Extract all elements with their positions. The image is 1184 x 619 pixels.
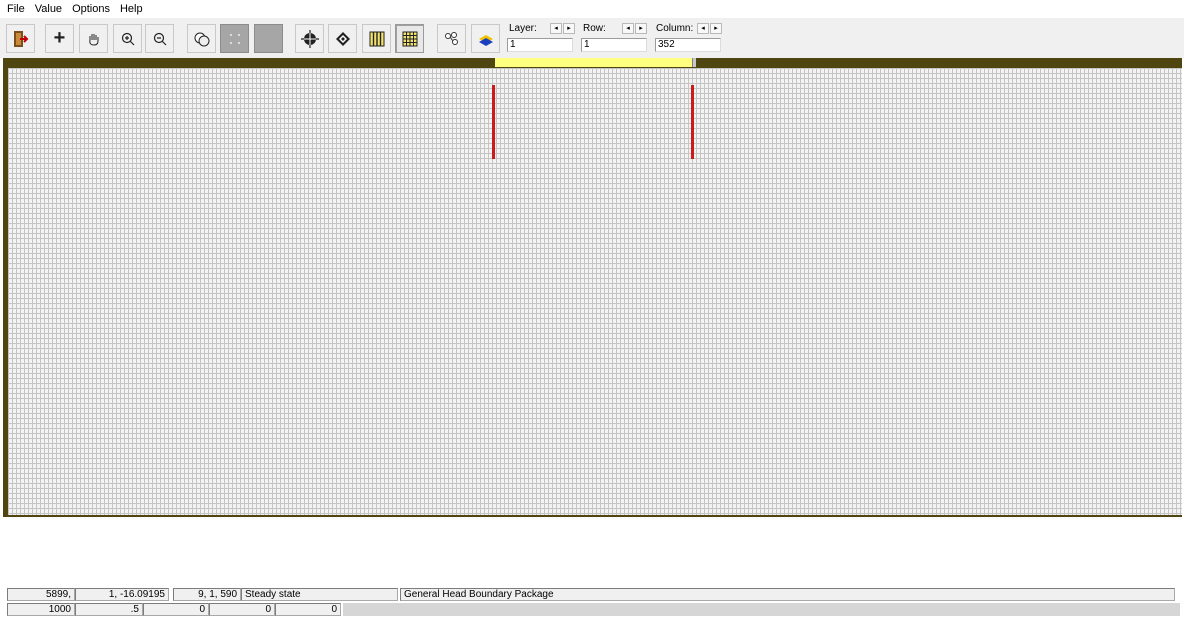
status-row2-col5: 0 <box>275 603 341 616</box>
menu-help[interactable]: Help <box>115 0 148 18</box>
select-cells-button[interactable] <box>187 24 216 53</box>
status-location: 9, 1, 590 <box>173 588 241 601</box>
status-row2-col3: 0 <box>143 603 209 616</box>
model-grid[interactable] <box>8 68 1182 515</box>
rows-button[interactable] <box>395 24 424 53</box>
crosshair-globe-icon <box>300 29 319 48</box>
columns-button[interactable] <box>362 24 391 53</box>
exit-button[interactable] <box>6 24 35 53</box>
layer-label: Layer: <box>509 23 537 34</box>
nodes-icon <box>444 31 458 45</box>
status-mode: Steady state <box>241 588 398 601</box>
boundary-marker-right <box>691 85 694 159</box>
crosshair-button[interactable] <box>295 24 324 53</box>
column-label: Column: <box>656 23 694 34</box>
layer-input[interactable]: 1 <box>507 38 573 52</box>
column-spinner[interactable]: ◂ ▸ <box>697 23 724 34</box>
status-value: 1, -16.09195 <box>75 588 169 601</box>
diamond-button[interactable] <box>328 24 357 53</box>
dotted-grid-icon <box>229 33 240 44</box>
pan-button[interactable] <box>79 24 108 53</box>
zoom-out-icon <box>153 32 166 45</box>
status-row2-col1: 1000 <box>7 603 75 616</box>
status-row2-col2: .5 <box>75 603 143 616</box>
blank-button[interactable] <box>254 24 283 53</box>
hand-pan-icon <box>88 33 98 46</box>
column-prev-button[interactable]: ◂ <box>697 23 709 34</box>
model-grid-frame <box>3 58 1182 517</box>
dots-button[interactable] <box>220 24 249 53</box>
layer-prev-button[interactable]: ◂ <box>550 23 562 34</box>
menu-options[interactable]: Options <box>67 0 115 18</box>
row-next-button[interactable]: ▸ <box>635 23 647 34</box>
layer-3d-button[interactable] <box>471 24 500 53</box>
row-prev-button[interactable]: ◂ <box>622 23 634 34</box>
status-row2-col4: 0 <box>209 603 275 616</box>
column-input[interactable]: 352 <box>655 38 721 52</box>
nodes-button[interactable] <box>437 24 466 53</box>
zoom-out-button[interactable] <box>145 24 174 53</box>
status-package: General Head Boundary Package <box>400 588 1175 601</box>
column-selection-handle[interactable] <box>692 58 696 67</box>
3d-layer-icon <box>478 34 493 46</box>
boundary-marker-left <box>492 85 495 159</box>
zoom-in-button[interactable] <box>113 24 142 53</box>
zoom-in-icon <box>121 32 134 45</box>
diamond-icon <box>335 31 350 46</box>
exit-door-icon <box>13 30 28 47</box>
status-cell-count: 5899, <box>7 588 75 601</box>
column-next-button[interactable]: ▸ <box>710 23 722 34</box>
menu-value[interactable]: Value <box>30 0 67 18</box>
select-cells-icon <box>194 32 209 46</box>
row-grid-icon <box>402 31 417 46</box>
column-selection-bar[interactable] <box>495 58 692 67</box>
menu-file[interactable]: File <box>0 0 30 18</box>
row-input[interactable]: 1 <box>581 38 647 52</box>
plus-icon: + <box>53 27 66 49</box>
row-spinner[interactable]: ◂ ▸ <box>622 23 649 34</box>
layer-spinner[interactable]: ◂ ▸ <box>550 23 577 34</box>
column-grid-icon <box>369 31 384 46</box>
toolbar: + Layer: ◂ ▸ 1 Row: ◂ ▸ 1 Column: ◂ ▸ 35… <box>0 18 1184 58</box>
row-label: Row: <box>583 23 606 34</box>
add-button[interactable]: + <box>45 24 74 53</box>
status-row2-filler <box>343 603 1180 616</box>
menu-bar: File Value Options Help <box>0 0 1184 18</box>
layer-next-button[interactable]: ▸ <box>563 23 575 34</box>
